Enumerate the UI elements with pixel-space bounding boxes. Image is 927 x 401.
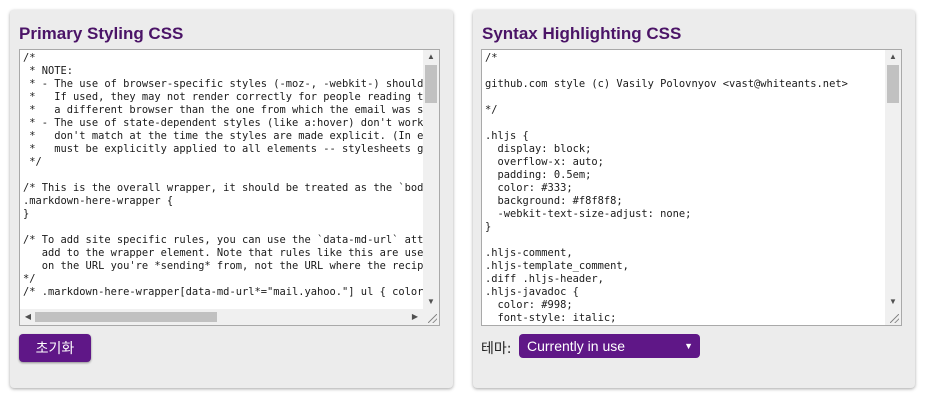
- syntax-css-textarea[interactable]: /* github.com style (c) Vasily Polovnyov …: [481, 49, 902, 326]
- chevron-down-icon: ▼: [684, 341, 693, 351]
- syntax-css-panel: Syntax Highlighting CSS /* github.com sty…: [473, 10, 915, 388]
- code-line: overflow-x: auto;: [485, 156, 604, 168]
- code-line: * - The use of state-dependent styles (l…: [29, 117, 439, 129]
- reset-button[interactable]: 초기화: [19, 334, 91, 362]
- code-line: * NOTE:: [23, 65, 74, 77]
- code-line: .markdown-here-wrapper {: [23, 195, 174, 207]
- code-line: color: #333;: [485, 182, 573, 194]
- code-line: .hljs-comment,: [485, 247, 573, 259]
- code-line: .hljs-template_comment,: [485, 260, 629, 272]
- horizontal-scrollbar-thumb[interactable]: [35, 312, 217, 322]
- scrollbar-thumb[interactable]: [887, 65, 899, 103]
- code-line: /* To add site specific rules, you can u…: [23, 234, 439, 246]
- code-line: /*: [23, 52, 36, 64]
- vertical-scrollbar[interactable]: ▲ ▼: [423, 50, 439, 309]
- code-line: background: #f8f8f8;: [485, 195, 623, 207]
- code-line: */: [23, 156, 42, 168]
- code-line: */: [23, 273, 36, 285]
- scroll-down-icon[interactable]: ▼: [885, 296, 901, 308]
- code-line: * - The use of browser-specific styles (…: [29, 78, 439, 90]
- code-line: .diff .hljs-header,: [485, 273, 604, 285]
- code-line: display: block;: [485, 143, 592, 155]
- code-line: * a different browser than the one from …: [23, 104, 440, 116]
- syntax-css-title: Syntax Highlighting CSS: [482, 24, 682, 43]
- code-line: github.com style (c) Vasily Polovnyov <v…: [485, 78, 848, 90]
- code-line: /*: [485, 52, 498, 64]
- code-line: * must be explicitly applied to all elem…: [29, 143, 436, 155]
- code-line: /* .markdown-here-wrapper[data-md-url*="…: [23, 286, 439, 298]
- code-line: */: [485, 104, 498, 116]
- scroll-up-icon[interactable]: ▲: [885, 51, 901, 63]
- code-line: color: #998;: [485, 299, 573, 311]
- code-line: .hljs-javadoc {: [485, 286, 579, 298]
- code-line: }: [485, 221, 492, 233]
- code-line: font-style: italic;: [485, 312, 617, 324]
- vertical-scrollbar[interactable]: ▲ ▼: [885, 50, 901, 309]
- code-line: -webkit-text-size-adjust: none;: [485, 208, 692, 220]
- code-line: }: [23, 208, 30, 220]
- scroll-up-icon[interactable]: ▲: [423, 51, 439, 63]
- resize-grip-icon[interactable]: [423, 309, 439, 325]
- primary-css-textarea[interactable]: /* * NOTE: * - The use of browser-specif…: [19, 49, 440, 326]
- code-line: * don't match at the time the styles are…: [29, 130, 439, 142]
- code-line: * If used, they may not render correctly…: [29, 91, 436, 103]
- primary-css-panel: Primary Styling CSS /* * NOTE: * - The u…: [10, 10, 453, 388]
- theme-select-value: Currently in use: [527, 338, 626, 354]
- scroll-left-icon[interactable]: ◀: [20, 311, 36, 323]
- syntax-css-code: /* github.com style (c) Vasily Polovnyov …: [485, 52, 848, 326]
- resize-grip-icon[interactable]: [885, 309, 901, 325]
- code-line: padding: 0.5em;: [485, 169, 592, 181]
- primary-css-title: Primary Styling CSS: [19, 24, 184, 43]
- code-line: }: [485, 325, 848, 326]
- horizontal-scrollbar[interactable]: ◀ ▶: [20, 309, 423, 325]
- code-line: on the URL you're *sending* from, not th…: [41, 260, 439, 272]
- scroll-down-icon[interactable]: ▼: [423, 296, 439, 308]
- code-line: /* This is the overall wrapper, it shoul…: [23, 182, 436, 194]
- theme-select[interactable]: Currently in use ▼: [519, 334, 700, 358]
- scroll-right-icon[interactable]: ▶: [407, 311, 423, 323]
- code-line: .hljs {: [485, 130, 529, 142]
- code-line: add to the wrapper element. Note that ru…: [41, 247, 439, 259]
- primary-css-code: /* * NOTE: * - The use of browser-specif…: [23, 52, 440, 299]
- scrollbar-thumb[interactable]: [425, 65, 437, 103]
- theme-label: 테마:: [481, 341, 512, 357]
